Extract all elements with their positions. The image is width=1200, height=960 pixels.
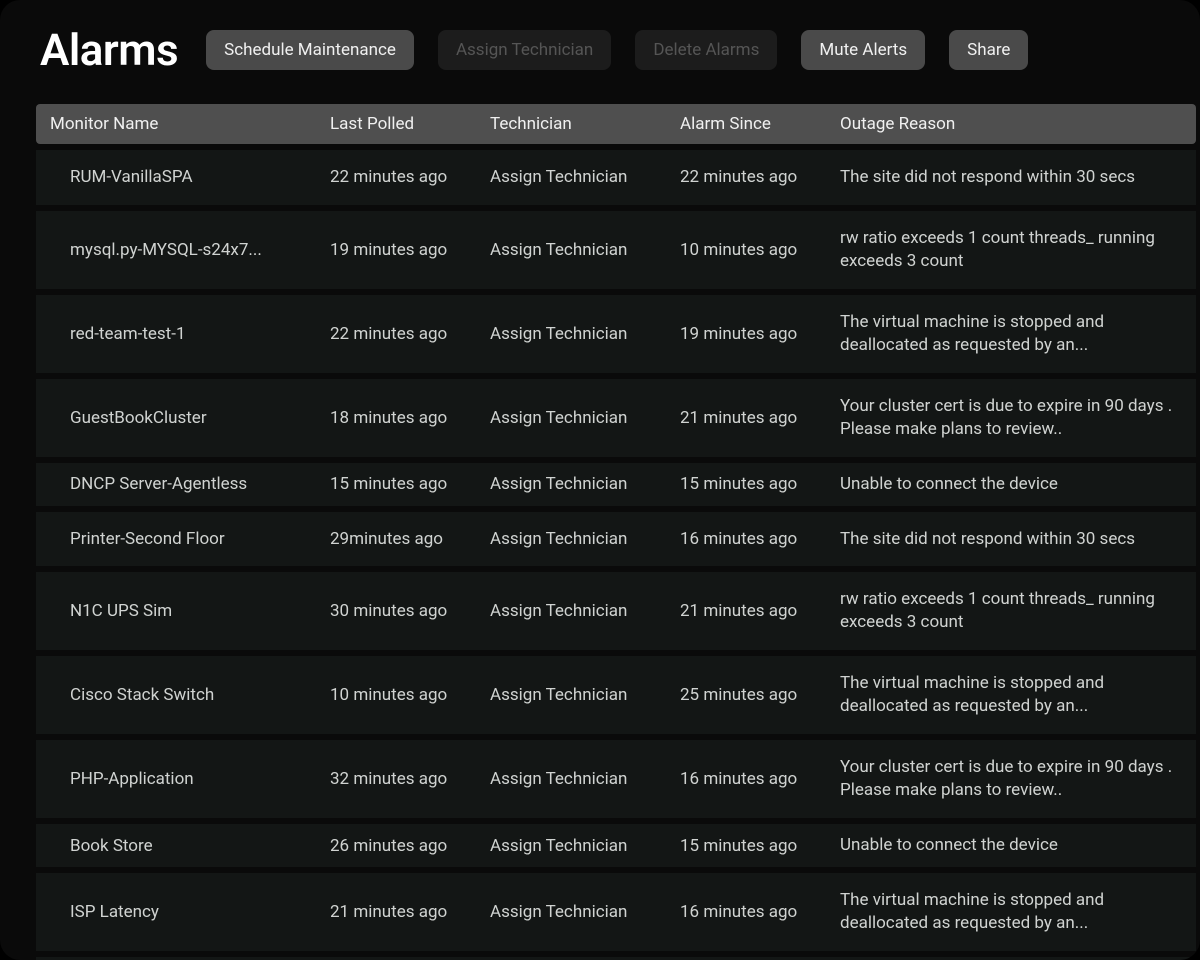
share-button[interactable]: Share [949,30,1028,70]
outage-reason-value: The virtual machine is stopped and deall… [826,873,1196,951]
assign-technician-link[interactable]: Assign Technician [476,150,666,205]
alarm-since-value: 22 minutes ago [666,150,826,205]
table-row: GuestBookCluster18 minutes agoAssign Tec… [36,379,1196,457]
col-header-outage-reason[interactable]: Outage Reason [826,104,1196,144]
monitor-name-link[interactable]: PHP-Application [36,740,316,818]
monitor-name-link[interactable]: Book Store [36,824,316,867]
last-polled-value: 29minutes ago [316,512,476,567]
alarms-panel: Alarms Schedule Maintenance Assign Techn… [0,0,1200,960]
alarm-since-value: 25 minutes ago [666,656,826,734]
schedule-maintenance-button[interactable]: Schedule Maintenance [206,30,414,70]
col-header-technician[interactable]: Technician [476,104,666,144]
monitor-name-link[interactable]: N1C UPS Sim [36,572,316,650]
last-polled-value: 19 minutes ago [316,211,476,289]
last-polled-value: 22 minutes ago [316,295,476,373]
outage-reason-value: rw ratio exceeds 1 count threads_ runnin… [826,211,1196,289]
assign-technician-link[interactable]: Assign Technician [476,656,666,734]
last-polled-value: 26 minutes ago [316,824,476,867]
outage-reason-value: Unable to connect the device [826,463,1196,506]
outage-reason-value: Unable to connect the device [826,824,1196,867]
table-row: DNCP Server-Agentless15 minutes agoAssig… [36,463,1196,506]
assign-technician-link[interactable]: Assign Technician [476,463,666,506]
col-header-alarm-since[interactable]: Alarm Since [666,104,826,144]
assign-technician-link[interactable]: Assign Technician [476,873,666,951]
alarm-since-value: 16 minutes ago [666,873,826,951]
monitor-name-link[interactable]: Printer-Second Floor [36,512,316,567]
page-title: Alarms [40,24,178,76]
last-polled-value: 21 minutes ago [316,873,476,951]
alarm-since-value: 16 minutes ago [666,740,826,818]
alarms-table: Monitor Name Last Polled Technician Alar… [36,98,1196,960]
table-row: PHP-Application32 minutes agoAssign Tech… [36,740,1196,818]
monitor-name-link[interactable]: red-team-test-1 [36,295,316,373]
monitor-name-link[interactable]: GuestBookCluster [36,379,316,457]
monitor-name-link[interactable]: ISP Latency [36,873,316,951]
assign-technician-link[interactable]: Assign Technician [476,379,666,457]
mute-alerts-button[interactable]: Mute Alerts [801,30,925,70]
outage-reason-value: The virtual machine is stopped and deall… [826,656,1196,734]
assign-technician-link[interactable]: Assign Technician [476,211,666,289]
alarm-since-value: 10 minutes ago [666,211,826,289]
last-polled-value: 15 minutes ago [316,463,476,506]
assign-technician-link[interactable]: Assign Technician [476,740,666,818]
table-row: Printer-Second Floor29minutes agoAssign … [36,512,1196,567]
outage-reason-value: Your cluster cert is due to expire in 90… [826,379,1196,457]
table-row: Cisco Stack Switch10 minutes agoAssign T… [36,656,1196,734]
outage-reason-value: The site did not respond within 30 secs [826,150,1196,205]
alarm-since-value: 16 minutes ago [666,512,826,567]
col-header-last-polled[interactable]: Last Polled [316,104,476,144]
header-bar: Alarms Schedule Maintenance Assign Techn… [0,24,1200,76]
monitor-name-link[interactable]: DNCP Server-Agentless [36,463,316,506]
table-row: RUM-VanillaSPA22 minutes agoAssign Techn… [36,150,1196,205]
assign-technician-link[interactable]: Assign Technician [476,572,666,650]
monitor-name-link[interactable]: Cisco Stack Switch [36,656,316,734]
outage-reason-value: Your cluster cert is due to expire in 90… [826,740,1196,818]
table-header-row: Monitor Name Last Polled Technician Alar… [36,104,1196,144]
outage-reason-value: rw ratio exceeds 1 count threads_ runnin… [826,572,1196,650]
assign-technician-link[interactable]: Assign Technician [476,512,666,567]
table-row: mysql.py-MYSQL-s24x7...19 minutes agoAss… [36,211,1196,289]
last-polled-value: 18 minutes ago [316,379,476,457]
alarm-since-value: 21 minutes ago [666,379,826,457]
col-header-monitor-name[interactable]: Monitor Name [36,104,316,144]
alarm-since-value: 15 minutes ago [666,463,826,506]
monitor-name-link[interactable]: RUM-VanillaSPA [36,150,316,205]
last-polled-value: 32 minutes ago [316,740,476,818]
alarm-since-value: 15 minutes ago [666,824,826,867]
outage-reason-value: The virtual machine is stopped and deall… [826,295,1196,373]
table-row: red-team-test-122 minutes agoAssign Tech… [36,295,1196,373]
last-polled-value: 22 minutes ago [316,150,476,205]
last-polled-value: 30 minutes ago [316,572,476,650]
assign-technician-link[interactable]: Assign Technician [476,824,666,867]
alarm-since-value: 21 minutes ago [666,572,826,650]
delete-alarms-button: Delete Alarms [635,30,777,70]
assign-technician-link[interactable]: Assign Technician [476,295,666,373]
alarm-since-value: 19 minutes ago [666,295,826,373]
table-row: ISP Latency21 minutes agoAssign Technici… [36,873,1196,951]
table-row: Book Store26 minutes agoAssign Technicia… [36,824,1196,867]
last-polled-value: 10 minutes ago [316,656,476,734]
outage-reason-value: The site did not respond within 30 secs [826,512,1196,567]
table-row: N1C UPS Sim30 minutes agoAssign Technici… [36,572,1196,650]
monitor-name-link[interactable]: mysql.py-MYSQL-s24x7... [36,211,316,289]
assign-technician-button: Assign Technician [438,30,611,70]
